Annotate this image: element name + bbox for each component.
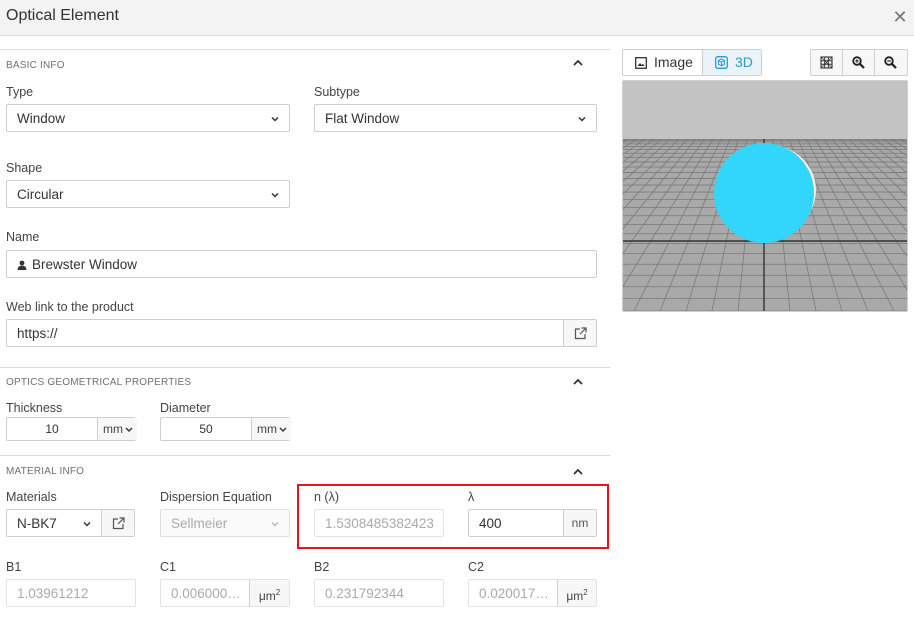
- diameter-field[interactable]: 50 mm: [160, 417, 291, 441]
- type-value: Window: [17, 111, 66, 126]
- unit-text: μm: [258, 589, 276, 603]
- chevron-down-icon: [279, 427, 287, 432]
- unit-text: mm: [257, 422, 277, 436]
- shape-value: Circular: [17, 187, 64, 202]
- material-header[interactable]: MATERIAL INFO: [0, 455, 610, 485]
- chevron-down-icon: [125, 427, 133, 432]
- grid-icon: [820, 56, 833, 69]
- 3d-view-button[interactable]: 3D: [703, 50, 761, 75]
- grid-toggle-button[interactable]: [811, 50, 843, 75]
- shape-label: Shape: [6, 161, 43, 175]
- name-label: Name: [6, 230, 40, 244]
- section-label: BASIC INFO: [6, 60, 65, 71]
- thickness-value: 10: [45, 422, 59, 436]
- unit-text: μm: [566, 589, 584, 603]
- section-label: MATERIAL INFO: [6, 466, 85, 477]
- b1-value: 1.03961212: [17, 586, 89, 601]
- b2-label: B2: [314, 560, 330, 574]
- thickness-field[interactable]: 10 mm: [6, 417, 137, 441]
- chevron-down-icon: [271, 521, 279, 527]
- 3d-viewport[interactable]: [622, 80, 908, 312]
- 3d-label: 3D: [735, 54, 753, 70]
- open-link-button[interactable]: [563, 319, 597, 347]
- thickness-unit-select[interactable]: mm: [97, 418, 137, 440]
- zoom-out-button[interactable]: [875, 50, 907, 75]
- materials-select[interactable]: N-BK7: [6, 509, 102, 537]
- c1-field: 0.00600069867 μm2: [160, 579, 290, 607]
- c1-unit: μm2: [249, 580, 289, 606]
- diameter-value: 50: [199, 422, 213, 436]
- section-label: OPTICS GEOMETRICAL PROPERTIES: [6, 377, 192, 388]
- web-link-label: Web link to the product: [6, 300, 134, 314]
- title-bar: Optical Element ✕: [0, 0, 914, 36]
- zoom-out-icon: [884, 56, 897, 69]
- optical-element-disc[interactable]: [714, 143, 814, 243]
- 3d-scene[interactable]: [623, 81, 907, 311]
- dispersion-select: Sellmeier: [160, 509, 290, 537]
- external-link-icon: [574, 327, 587, 340]
- web-link-value: https://: [17, 326, 58, 341]
- dispersion-value: Sellmeier: [171, 516, 228, 531]
- b1-label: B1: [6, 560, 22, 574]
- b2-value: 0.231792344: [325, 586, 404, 601]
- c1-label: C1: [160, 560, 176, 574]
- highlight-box: [297, 484, 609, 549]
- chevron-up-icon[interactable]: [572, 57, 584, 69]
- chevron-up-icon[interactable]: [572, 376, 584, 388]
- sky: [623, 81, 907, 139]
- dialog-title: Optical Element: [6, 7, 119, 24]
- chevron-down-icon: [578, 116, 586, 122]
- view-mode-toggle: Image 3D: [622, 49, 762, 76]
- c2-value: 0.0200179144: [479, 586, 551, 601]
- dispersion-label: Dispersion Equation: [160, 490, 272, 504]
- subtype-select[interactable]: Flat Window: [314, 104, 597, 132]
- type-label: Type: [6, 85, 34, 99]
- subtype-value: Flat Window: [325, 111, 400, 126]
- c2-field: 0.0200179144 μm2: [468, 579, 597, 607]
- c1-value: 0.00600069867: [171, 586, 243, 601]
- viewer-toolbar: [810, 49, 908, 76]
- cube-icon: [715, 56, 728, 69]
- user-icon: [17, 260, 27, 270]
- name-value: Brewster Window: [32, 257, 138, 272]
- geometry-header[interactable]: OPTICS GEOMETRICAL PROPERTIES: [0, 367, 610, 397]
- image-label: Image: [654, 54, 693, 70]
- chevron-up-icon[interactable]: [572, 466, 584, 478]
- b1-field: 1.03961212: [6, 579, 136, 607]
- c2-label: C2: [468, 560, 484, 574]
- shape-select[interactable]: Circular: [6, 180, 290, 208]
- chevron-down-icon: [271, 116, 279, 122]
- close-icon[interactable]: ✕: [890, 7, 910, 27]
- zoom-in-icon: [852, 56, 865, 69]
- thickness-label: Thickness: [6, 401, 63, 415]
- zoom-in-button[interactable]: [843, 50, 875, 75]
- image-view-button[interactable]: Image: [623, 50, 703, 75]
- diameter-unit-select[interactable]: mm: [251, 418, 291, 440]
- open-material-button[interactable]: [101, 509, 135, 537]
- basic-info-header[interactable]: BASIC INFO: [0, 49, 610, 79]
- chevron-down-icon: [271, 192, 279, 198]
- image-icon: [635, 57, 647, 69]
- chevron-down-icon: [83, 521, 91, 527]
- materials-value: N-BK7: [17, 516, 57, 531]
- subtype-label: Subtype: [314, 85, 360, 99]
- unit-superscript: 2: [275, 588, 281, 597]
- b2-field: 0.231792344: [314, 579, 444, 607]
- materials-label: Materials: [6, 490, 57, 504]
- type-select[interactable]: Window: [6, 104, 290, 132]
- unit-text: mm: [103, 422, 123, 436]
- name-field[interactable]: Brewster Window: [6, 250, 597, 278]
- unit-superscript: 2: [583, 588, 588, 597]
- diameter-label: Diameter: [160, 401, 211, 415]
- external-link-icon: [112, 517, 125, 530]
- c2-unit: μm2: [557, 580, 596, 606]
- web-link-input[interactable]: https://: [6, 319, 564, 347]
